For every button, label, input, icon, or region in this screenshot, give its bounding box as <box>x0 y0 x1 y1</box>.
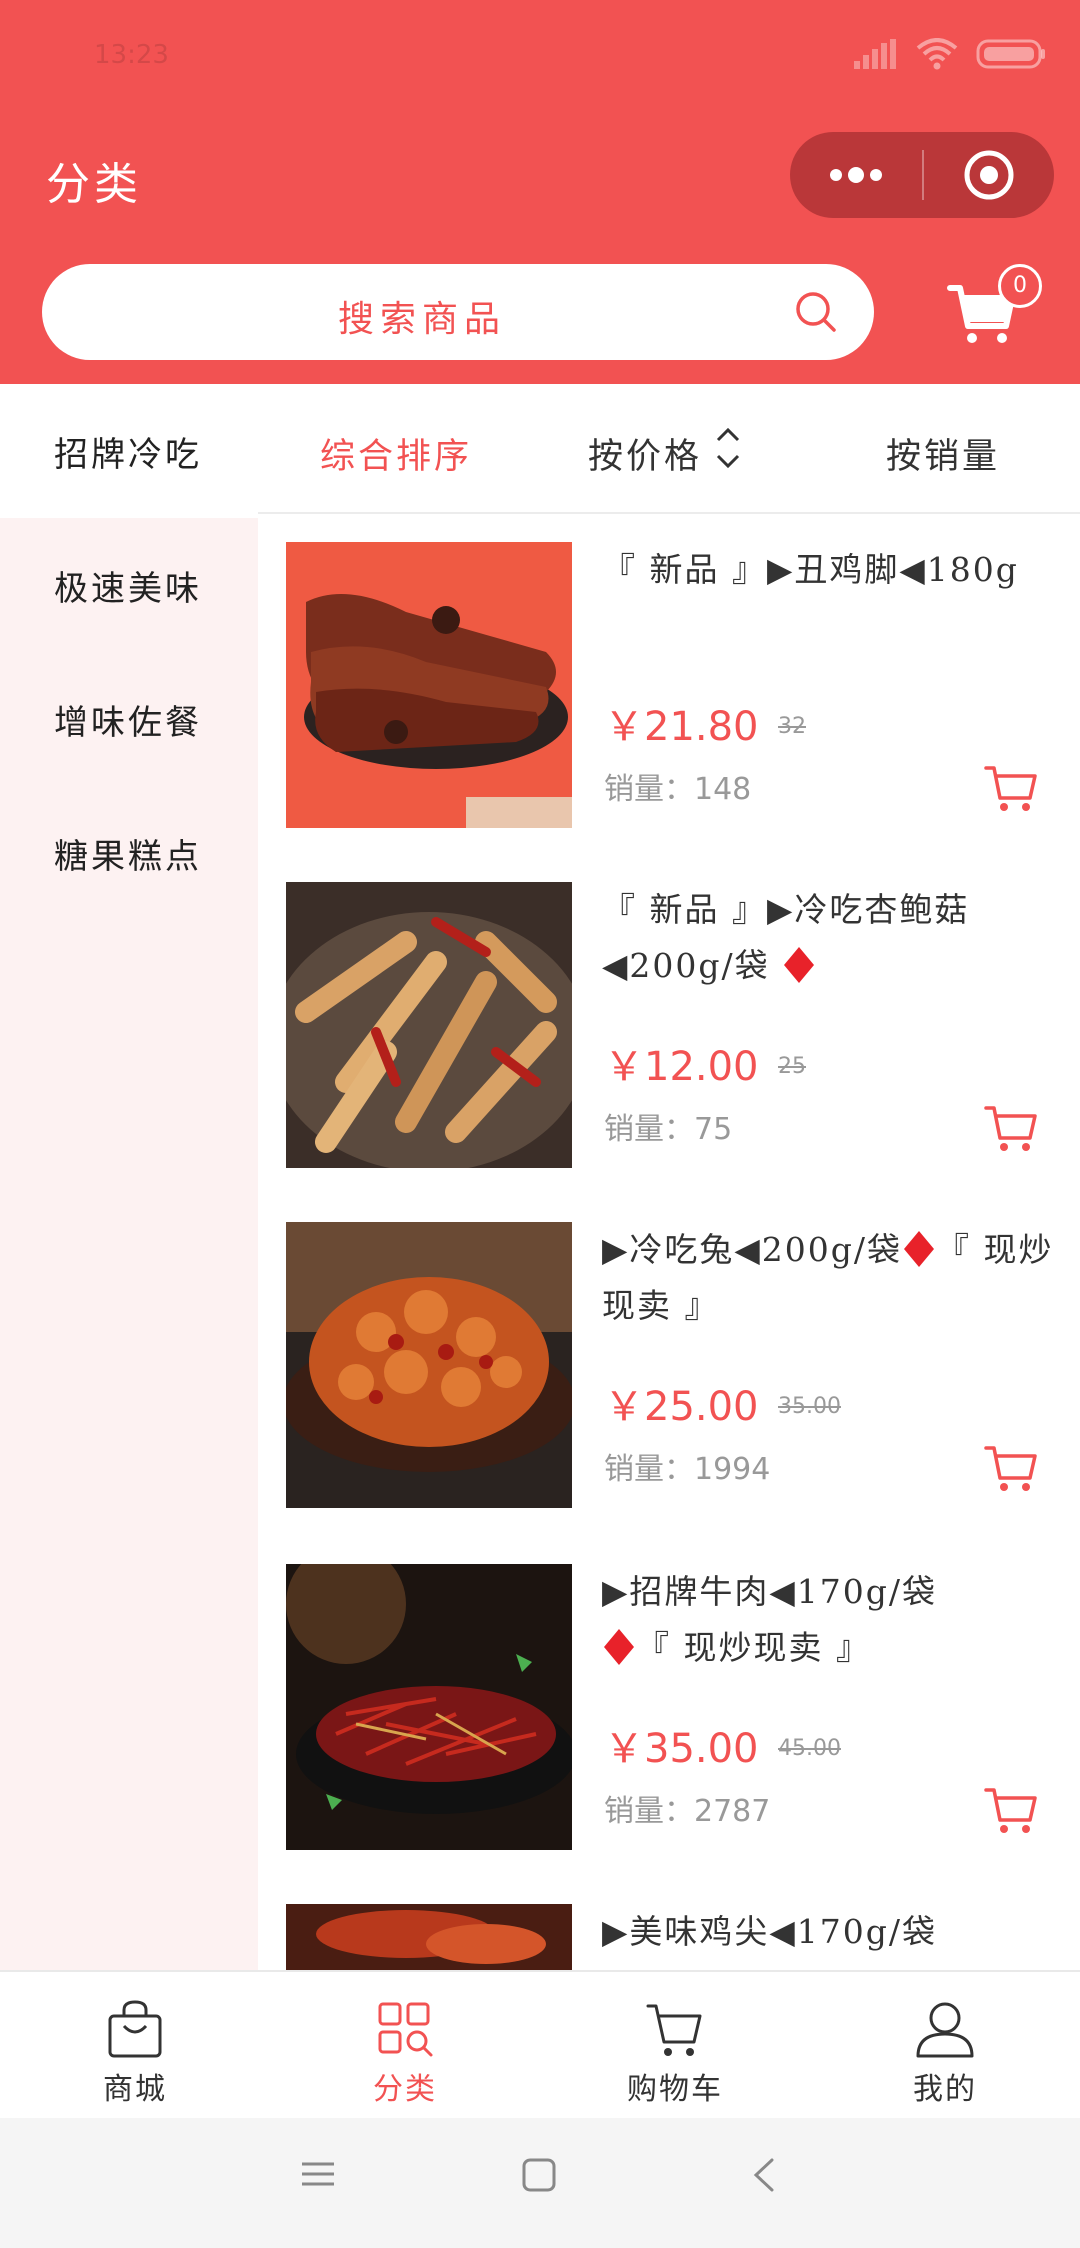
product-image[interactable] <box>286 1564 572 1850</box>
tab-profile[interactable]: 我的 <box>810 1972 1080 2120</box>
sort-comprehensive[interactable]: 综合排序 <box>320 428 472 479</box>
product-card[interactable]: 『 新品 』▶丑鸡脚◀180g ￥21.80 32 销量：148 <box>286 542 1066 828</box>
add-to-cart-icon[interactable] <box>984 1444 1038 1494</box>
product-old-price: 45.00 <box>778 1736 841 1761</box>
red-diamond-icon <box>604 1629 634 1665</box>
more-button[interactable] <box>790 132 922 218</box>
product-title: ▶美味鸡尖◀170g/袋 <box>602 1912 937 1951</box>
tab-category[interactable]: 分类 <box>270 1972 540 2120</box>
product-card[interactable]: ▶冷吃兔◀200g/袋『 现炒现卖 』 ￥25.00 35.00 销量：1994 <box>286 1222 1066 1508</box>
sort-by-price[interactable]: 按价格 <box>588 428 702 479</box>
product-title: 『 新品 』▶冷吃杏鲍菇◀200g/袋 <box>602 882 1072 994</box>
wifi-icon <box>916 38 958 70</box>
header: 13:23 分类 搜索商品 0 <box>0 0 1080 384</box>
search-placeholder: 搜索商品 <box>337 299 506 340</box>
product-image[interactable] <box>286 542 572 828</box>
sidebar-item-label: 增味佐餐 <box>54 702 202 743</box>
product-image[interactable] <box>286 1222 572 1508</box>
close-miniprogram-button[interactable] <box>924 132 1054 218</box>
red-diamond-icon <box>904 1231 934 1267</box>
sidebar-item-label: 糖果糕点 <box>54 836 202 877</box>
search-input[interactable]: 搜索商品 <box>42 264 874 360</box>
bottom-tab-bar: 商城 分类 购物车 我的 <box>0 1970 1080 2118</box>
target-icon <box>964 150 1014 200</box>
more-dots-icon <box>830 167 882 183</box>
status-time: 13:23 <box>94 40 169 70</box>
tab-cart[interactable]: 购物车 <box>540 1972 810 2120</box>
tab-label: 分类 <box>373 2072 437 2107</box>
tab-label: 商城 <box>103 2072 167 2107</box>
add-to-cart-icon[interactable] <box>984 1104 1038 1154</box>
sales-label: 销量： <box>604 1794 694 1829</box>
product-image[interactable] <box>286 1904 572 1970</box>
sales-count: 1994 <box>694 1452 771 1487</box>
sort-arrows-icon <box>716 427 740 469</box>
product-price: ￥21.80 <box>604 704 759 750</box>
back-icon[interactable] <box>752 2158 776 2192</box>
product-sales: 销量：75 <box>604 1104 732 1148</box>
shopping-bag-icon <box>108 2000 162 2058</box>
product-old-price: 35.00 <box>778 1394 841 1419</box>
sort-bar: 综合排序 按价格 按销量 <box>258 384 1080 514</box>
category-sidebar: 招牌冷吃 极速美味 增味佐餐 糖果糕点 <box>0 384 258 1972</box>
product-old-price: 32 <box>778 714 806 739</box>
sidebar-item-label: 极速美味 <box>54 568 202 609</box>
red-diamond-icon <box>784 947 815 983</box>
status-bar: 13:23 <box>0 0 1080 116</box>
battery-icon <box>976 39 1045 69</box>
product-price: ￥25.00 <box>604 1384 759 1430</box>
tab-mall[interactable]: 商城 <box>0 1972 270 2120</box>
product-price: ￥12.00 <box>604 1044 759 1090</box>
product-image[interactable] <box>286 882 572 1168</box>
add-to-cart-icon[interactable] <box>984 764 1038 814</box>
product-title-tail: 『 现炒现卖 』 <box>636 1628 871 1667</box>
product-title: 『 新品 』▶丑鸡脚◀180g <box>602 550 1019 589</box>
sales-count: 148 <box>694 772 752 807</box>
product-title: ▶冷吃兔◀200g/袋『 现炒现卖 』 <box>602 1222 1072 1334</box>
sidebar-item-condiment[interactable]: 增味佐餐 <box>0 652 258 786</box>
miniprogram-capsule <box>790 132 1054 218</box>
sidebar-item-candy[interactable]: 糖果糕点 <box>0 786 258 920</box>
product-card[interactable]: 『 新品 』▶冷吃杏鲍菇◀200g/袋 ￥12.00 25 销量：75 <box>286 882 1066 1168</box>
home-square-icon[interactable] <box>522 2158 556 2192</box>
cart-badge: 0 <box>998 264 1042 308</box>
sales-label: 销量： <box>604 1112 694 1147</box>
product-card[interactable]: ▶美味鸡尖◀170g/袋 <box>286 1904 1066 1970</box>
product-title-text: ▶冷吃兔◀200g/袋 <box>602 1230 902 1269</box>
product-title: ▶招牌牛肉◀170g/袋 『 现炒现卖 』 <box>602 1564 1072 1676</box>
sales-count: 2787 <box>694 1794 771 1829</box>
signal-icon <box>854 39 896 69</box>
product-sales: 销量：148 <box>604 764 751 808</box>
category-grid-icon <box>378 2002 433 2057</box>
sidebar-item-fast[interactable]: 极速美味 <box>0 518 258 652</box>
system-nav-bar <box>0 2118 1080 2248</box>
sort-by-sales[interactable]: 按销量 <box>886 428 1000 479</box>
page-title: 分类 <box>46 159 142 210</box>
sales-label: 销量： <box>604 1452 694 1487</box>
cart-icon <box>646 2004 702 2056</box>
user-icon <box>916 2002 974 2058</box>
product-price: ￥35.00 <box>604 1726 759 1772</box>
product-sales: 销量：2787 <box>604 1786 770 1830</box>
product-old-price: 25 <box>778 1054 806 1079</box>
tab-label: 我的 <box>913 2072 977 2107</box>
sales-label: 销量： <box>604 772 694 807</box>
sidebar-item-label: 招牌冷吃 <box>54 434 202 475</box>
status-icons <box>854 38 1046 70</box>
product-card[interactable]: ▶招牌牛肉◀170g/袋 『 现炒现卖 』 ￥35.00 45.00 销量：27… <box>286 1564 1066 1850</box>
add-to-cart-icon[interactable] <box>984 1786 1038 1836</box>
product-title-text: ▶招牌牛肉◀170g/袋 <box>602 1572 937 1611</box>
menu-icon[interactable] <box>300 2158 336 2190</box>
product-sales: 销量：1994 <box>604 1444 770 1488</box>
search-icon[interactable] <box>794 290 838 334</box>
tab-label: 购物车 <box>627 2072 723 2107</box>
sidebar-item-signature[interactable]: 招牌冷吃 <box>0 384 258 518</box>
sales-count: 75 <box>694 1112 733 1147</box>
